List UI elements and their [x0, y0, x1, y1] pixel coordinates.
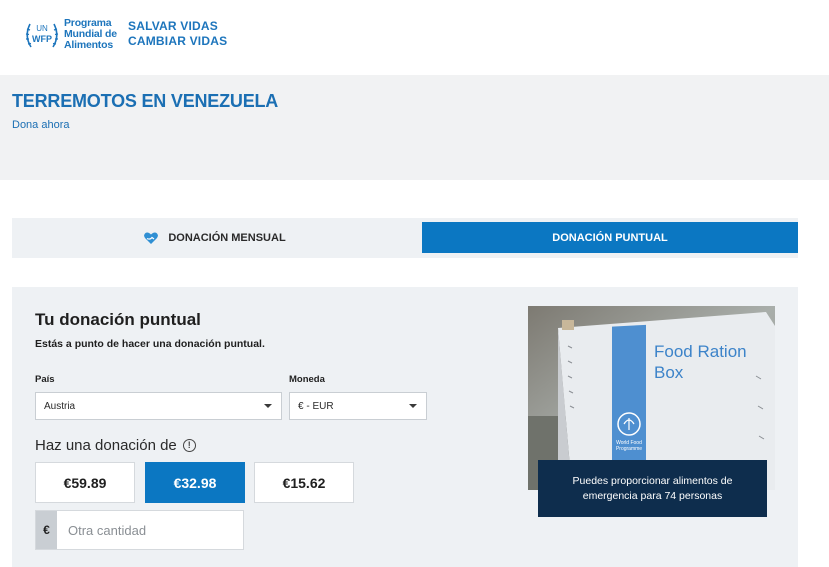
currency-label: Moneda [289, 374, 325, 385]
country-label: País [35, 374, 55, 385]
info-icon[interactable]: ! [182, 439, 196, 452]
page-title: TERREMOTOS EN VENEZUELA [12, 91, 279, 111]
box-wfp-text-2: Programme [616, 446, 642, 452]
site-header: UN WFP Programa Mundial de Alimentos SAL… [0, 0, 829, 75]
other-amount-field: € [35, 510, 244, 550]
tab-monthly-donation[interactable]: DONACIÓN MENSUAL [12, 218, 417, 258]
box-text-line-1: Food Ration [654, 342, 747, 361]
heart-hand-icon [144, 232, 159, 244]
country-select-value: Austria [44, 400, 76, 412]
wfp-logo[interactable]: UN WFP Programa Mundial de Alimentos [22, 16, 122, 56]
amount-option-3[interactable]: €15.62 [254, 462, 354, 503]
country-select[interactable]: Austria [35, 392, 282, 420]
emblem-top-text: UN [36, 24, 48, 33]
tagline-line-2: CAMBIAR VIDAS [128, 34, 228, 48]
currency-select[interactable]: € - EUR [289, 392, 427, 420]
form-description: Estás a punto de hacer una donación punt… [35, 338, 265, 350]
form-title: Tu donación puntual [35, 310, 201, 329]
tab-monthly-label: DONACIÓN MENSUAL [168, 232, 286, 244]
tab-one-time-label: DONACIÓN PUNTUAL [552, 231, 668, 244]
campaign-hero: TERREMOTOS EN VENEZUELA Dona ahora [0, 75, 829, 180]
tagline-line-1: SALVAR VIDAS [128, 19, 218, 33]
un-wreath-emblem-icon: UN WFP [25, 23, 59, 48]
amount-option-2[interactable]: €32.98 [145, 462, 245, 503]
tab-one-time-donation[interactable]: DONACIÓN PUNTUAL [422, 222, 798, 253]
page-subtitle: Dona ahora [12, 119, 70, 131]
logo-line-3: Alimentos [64, 39, 113, 51]
emblem-bottom-text: WFP [32, 34, 52, 44]
tagline: SALVAR VIDAS CAMBIAR VIDAS [128, 19, 227, 49]
amount-option-1[interactable]: €59.89 [35, 462, 135, 503]
impact-caption: Puedes proporcionar alimentos de emergen… [538, 460, 767, 517]
currency-select-value: € - EUR [298, 400, 334, 412]
box-text-line-2: Box [654, 363, 684, 382]
other-amount-input[interactable] [58, 511, 243, 549]
donation-form-panel: Tu donación puntual Estás a punto de hac… [12, 287, 798, 567]
chevron-down-icon [409, 404, 417, 408]
amount-heading-text: Haz una donación de [35, 437, 177, 454]
currency-symbol: € [36, 511, 57, 549]
amount-heading: Haz una donación de ! [35, 437, 196, 454]
chevron-down-icon [264, 404, 272, 408]
donation-type-tabs: DONACIÓN MENSUAL DONACIÓN PUNTUAL [12, 218, 798, 258]
